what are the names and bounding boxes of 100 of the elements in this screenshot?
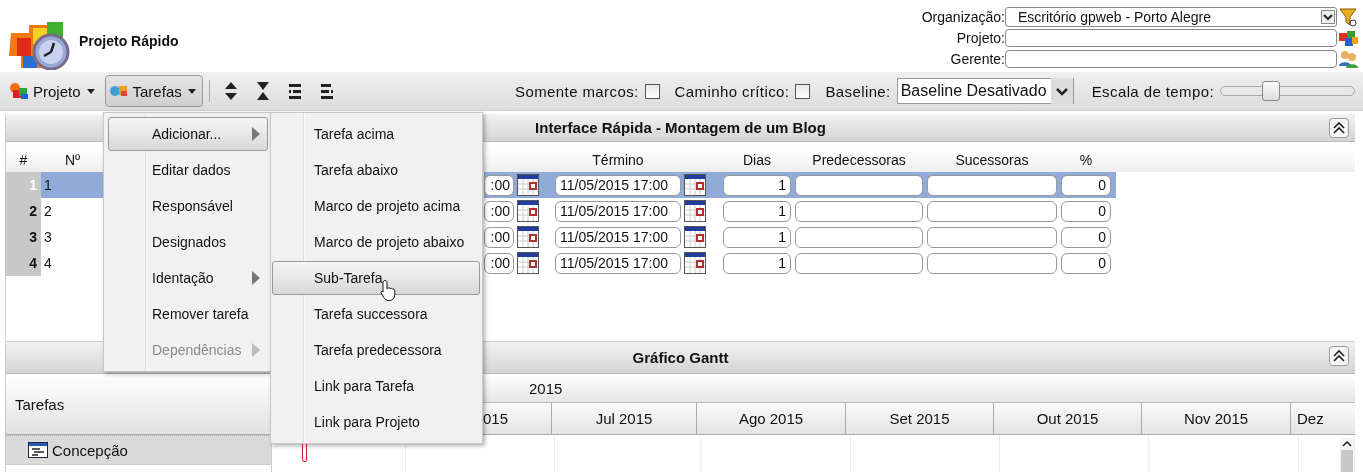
caret-icon bbox=[187, 88, 196, 94]
date-field[interactable]: :00 bbox=[484, 174, 514, 196]
date-field[interactable]: :00 bbox=[484, 252, 514, 274]
menu-item[interactable]: Marco de projeto acima bbox=[272, 189, 480, 223]
table-row[interactable]: :00 11/05/2015 17:00 1 0 bbox=[484, 224, 1116, 250]
organization-select[interactable]: Escritório gpweb - Porto Alegre bbox=[1005, 7, 1337, 27]
percent-field[interactable]: 0 bbox=[1061, 226, 1111, 248]
predecessors-field[interactable] bbox=[795, 226, 923, 248]
menu-item[interactable]: Sub-Tarefa bbox=[272, 261, 480, 295]
app-title: Projeto Rápido bbox=[79, 33, 179, 49]
panel-title: Gráfico Gantt bbox=[632, 349, 729, 366]
menu-item[interactable]: Responsável bbox=[108, 189, 268, 223]
month-header: Out 2015 bbox=[994, 403, 1142, 434]
table-cell[interactable]: 3 bbox=[41, 224, 104, 250]
menu-item[interactable]: Tarefa predecessora bbox=[272, 333, 480, 367]
date-field[interactable]: 11/05/2015 17:00 bbox=[555, 174, 681, 196]
table-cell[interactable]: 4 bbox=[41, 250, 104, 276]
date-field[interactable]: :00 bbox=[484, 200, 514, 222]
successors-field[interactable] bbox=[927, 200, 1057, 222]
calendar-icon[interactable] bbox=[517, 226, 539, 248]
calendar-icon[interactable] bbox=[517, 252, 539, 274]
collapse-icon[interactable] bbox=[1329, 118, 1349, 138]
days-field[interactable]: 1 bbox=[723, 200, 791, 222]
field-label: Projeto: bbox=[955, 30, 1005, 46]
days-field[interactable]: 1 bbox=[723, 252, 791, 274]
menu-button[interactable]: Projeto bbox=[5, 75, 102, 107]
column-header: Nº bbox=[65, 152, 81, 168]
scrollbar-thumb[interactable] bbox=[1341, 450, 1353, 472]
calendar-icon[interactable] bbox=[684, 226, 706, 248]
column-header: Término bbox=[592, 152, 644, 168]
option-label: Somente marcos: bbox=[515, 82, 639, 100]
predecessors-field[interactable] bbox=[795, 252, 923, 274]
date-field[interactable]: 11/05/2015 17:00 bbox=[555, 200, 681, 222]
scroll-up-icon[interactable] bbox=[1342, 441, 1352, 447]
menu-button[interactable]: Tarefas bbox=[104, 75, 203, 107]
date-field[interactable]: :00 bbox=[484, 226, 514, 248]
option-label: Escala de tempo: bbox=[1091, 82, 1214, 100]
menu-item[interactable]: Tarefa successora bbox=[272, 297, 480, 331]
date-field[interactable]: 11/05/2015 17:00 bbox=[555, 252, 681, 274]
days-field[interactable]: 1 bbox=[723, 226, 791, 248]
task-row[interactable]: Concepção bbox=[6, 435, 271, 465]
menu-item[interactable]: Remover tarefa bbox=[108, 297, 268, 331]
slider-thumb[interactable] bbox=[1261, 81, 1280, 101]
submenu-arrow-icon bbox=[252, 127, 260, 141]
percent-field[interactable]: 0 bbox=[1061, 174, 1111, 196]
text-field[interactable] bbox=[1005, 29, 1337, 47]
row-number: 2 bbox=[6, 198, 41, 224]
month-header: Nov 2015 bbox=[1142, 403, 1291, 434]
menu-item[interactable]: Identação bbox=[108, 261, 268, 295]
collapse-icon[interactable] bbox=[255, 81, 270, 101]
days-field[interactable]: 1 bbox=[723, 174, 791, 196]
option-label: Baseline: bbox=[825, 82, 891, 100]
menu-item[interactable]: Tarefa acima bbox=[272, 117, 480, 151]
row-number: 3 bbox=[6, 224, 41, 250]
calendar-icon[interactable] bbox=[517, 200, 539, 222]
indent-icon[interactable] bbox=[287, 81, 302, 101]
collapse-icon[interactable] bbox=[1329, 346, 1349, 366]
predecessors-field[interactable] bbox=[795, 174, 923, 196]
submenu-arrow-icon bbox=[252, 271, 260, 285]
baseline-select[interactable]: Baseline Desativado bbox=[896, 78, 1074, 104]
users-icon[interactable] bbox=[1338, 49, 1360, 69]
table-row[interactable]: :00 11/05/2015 17:00 1 0 bbox=[484, 250, 1116, 276]
table-row[interactable]: :00 11/05/2015 17:00 1 0 bbox=[484, 198, 1116, 224]
scrollbar[interactable] bbox=[1340, 438, 1354, 472]
caret-icon bbox=[86, 88, 95, 94]
column-header: Dias bbox=[743, 152, 771, 168]
menu-item[interactable]: Marco de projeto abaixo bbox=[272, 225, 480, 259]
successors-field[interactable] bbox=[927, 252, 1057, 274]
predecessors-field[interactable] bbox=[795, 200, 923, 222]
calendar-icon[interactable] bbox=[684, 252, 706, 274]
table-row[interactable]: :00 11/05/2015 17:00 1 0 bbox=[484, 172, 1116, 198]
successors-field[interactable] bbox=[927, 174, 1057, 196]
menu-item[interactable]: Adicionar... bbox=[108, 117, 268, 151]
menu-item[interactable]: Designados bbox=[108, 225, 268, 259]
outdent-icon[interactable] bbox=[319, 81, 334, 101]
menu-item[interactable]: Editar dados bbox=[108, 153, 268, 187]
puzzle-icon[interactable] bbox=[1338, 28, 1360, 48]
month-header: Dez bbox=[1291, 403, 1355, 434]
column-header: Sucessoras bbox=[955, 152, 1029, 168]
calendar-icon[interactable] bbox=[684, 200, 706, 222]
percent-field[interactable]: 0 bbox=[1061, 252, 1111, 274]
date-field[interactable]: 11/05/2015 17:00 bbox=[555, 226, 681, 248]
calendar-icon[interactable] bbox=[517, 174, 539, 196]
row-number: 4 bbox=[6, 250, 41, 276]
expand-icon[interactable] bbox=[223, 81, 238, 101]
dropdown-caret-icon bbox=[1321, 10, 1335, 24]
column-header: # bbox=[19, 152, 28, 168]
successors-field[interactable] bbox=[927, 226, 1057, 248]
dropdown-caret-icon bbox=[1050, 78, 1073, 104]
menu-item[interactable]: Tarefa abaixo bbox=[272, 153, 480, 187]
month-header: Jul 2015 bbox=[552, 403, 697, 434]
percent-field[interactable]: 0 bbox=[1061, 200, 1111, 222]
table-cell[interactable]: 1 bbox=[41, 172, 104, 198]
calendar-icon[interactable] bbox=[684, 174, 706, 196]
checkbox[interactable] bbox=[795, 83, 811, 99]
checkbox[interactable] bbox=[644, 83, 660, 99]
menu-item[interactable]: Link para Tarefa bbox=[272, 369, 480, 403]
filter-icon[interactable] bbox=[1338, 7, 1360, 27]
text-field[interactable] bbox=[1005, 50, 1337, 68]
table-cell[interactable]: 2 bbox=[41, 198, 104, 224]
